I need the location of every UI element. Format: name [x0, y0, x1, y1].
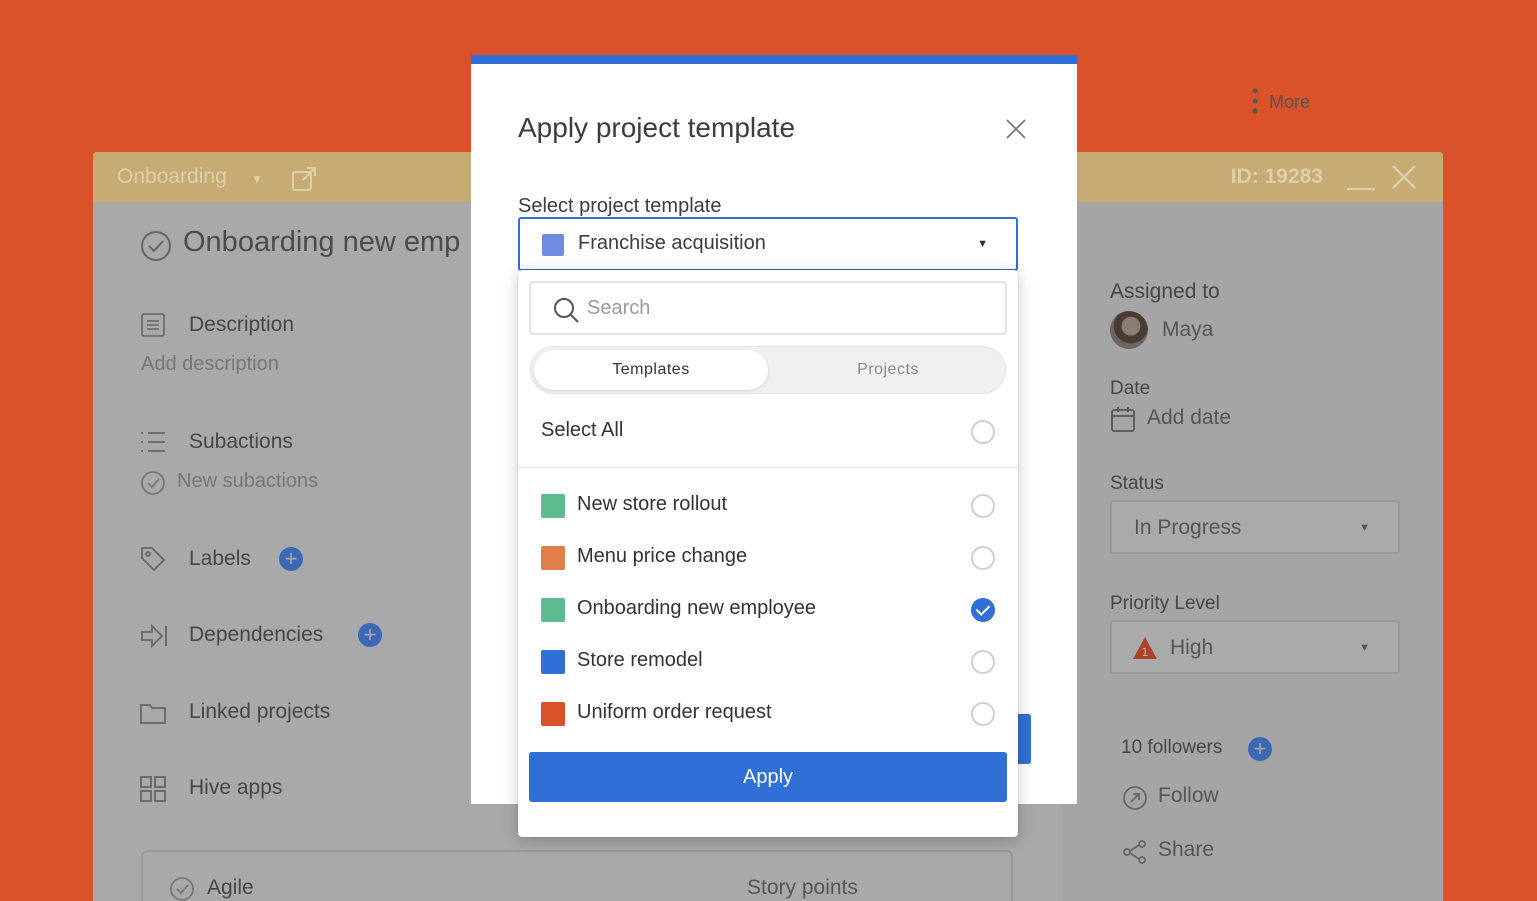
template-color-swatch	[541, 494, 565, 518]
priority-level-label: Priority Level	[1110, 593, 1220, 614]
new-subaction-input[interactable]: New subactions	[177, 470, 318, 493]
date-label: Date	[1110, 378, 1151, 399]
subactions-label: Subactions	[189, 430, 293, 453]
description-input[interactable]: Add description	[141, 353, 279, 376]
share-icon[interactable]	[1122, 839, 1148, 870]
list-item[interactable]: Uniform order request	[518, 688, 1018, 740]
add-label-button[interactable]: +	[279, 547, 303, 571]
status-label: Status	[1110, 473, 1164, 494]
story-points-label: Story points	[747, 876, 858, 899]
template-name: Store remodel	[577, 649, 703, 671]
check-circle-icon	[140, 470, 166, 501]
tag-icon	[140, 546, 166, 577]
search-input[interactable]	[587, 293, 987, 323]
project-name[interactable]: Onboarding	[117, 165, 227, 189]
tab-templates[interactable]: Templates	[534, 350, 768, 390]
template-radio[interactable]	[971, 546, 995, 570]
add-dependency-button[interactable]: +	[358, 623, 382, 647]
search-box	[529, 281, 1007, 335]
apps-grid-icon	[140, 776, 166, 807]
template-name: New store rollout	[577, 493, 728, 515]
template-select[interactable]: Franchise acquisition ▼	[518, 217, 1018, 271]
add-follower-button[interactable]: +	[1248, 737, 1272, 761]
avatar[interactable]	[1110, 311, 1148, 349]
caret-down-icon: ▼	[977, 238, 988, 250]
modal-title: Apply project template	[518, 112, 796, 143]
check-circle-icon	[169, 876, 195, 901]
list-item[interactable]: New store rollout	[518, 480, 1018, 532]
linked-projects-label[interactable]: Linked projects	[189, 700, 330, 724]
template-color-swatch	[541, 650, 565, 674]
agile-label: Agile	[207, 876, 254, 899]
list-item[interactable]: Store remodel	[518, 636, 1018, 688]
tab-projects[interactable]: Projects	[771, 350, 1005, 390]
template-radio[interactable]	[971, 702, 995, 726]
more-vertical-icon[interactable]	[1251, 88, 1259, 119]
dependency-arrow-icon	[140, 623, 168, 654]
caret-down-icon: ▼	[1359, 642, 1370, 654]
followers-count: 10 followers	[1121, 737, 1223, 758]
description-label: Description	[189, 313, 295, 336]
template-radio[interactable]	[971, 494, 995, 518]
template-color-swatch	[541, 546, 565, 570]
list-item[interactable]: Menu price change	[518, 532, 1018, 584]
calendar-icon[interactable]	[1111, 406, 1135, 437]
list-icon	[140, 430, 166, 459]
list-item[interactable]: Onboarding new employee	[518, 584, 1018, 636]
priority-value: High	[1170, 636, 1214, 659]
template-color-swatch	[542, 234, 564, 256]
follow-icon[interactable]	[1122, 785, 1148, 816]
task-id: ID: 19283	[1230, 165, 1323, 188]
close-icon[interactable]	[1005, 118, 1027, 145]
select-template-label: Select project template	[518, 195, 722, 217]
check-circle-icon[interactable]	[140, 230, 172, 267]
task-title[interactable]: Onboarding new emp	[183, 226, 460, 259]
minimize-icon[interactable]	[1347, 188, 1375, 190]
select-all-radio[interactable]	[971, 420, 995, 444]
template-type-toggle: Templates Projects	[530, 346, 1006, 394]
close-icon[interactable]	[1391, 164, 1417, 195]
assigned-to-label: Assigned to	[1110, 280, 1220, 303]
more-button[interactable]: More	[1269, 92, 1310, 113]
caret-down-icon: ▼	[1359, 522, 1370, 534]
folder-icon	[140, 702, 166, 729]
document-icon	[140, 312, 166, 343]
follow-button[interactable]: Follow	[1158, 784, 1219, 808]
divider	[518, 467, 1018, 468]
hive-apps-label[interactable]: Hive apps	[189, 776, 282, 800]
add-date-button[interactable]: Add date	[1147, 406, 1231, 430]
svg-text:1: 1	[1142, 646, 1149, 659]
app-frame: Onboarding ▼ ID: 19283 Onboarding new em…	[0, 0, 1537, 901]
open-external-icon[interactable]	[291, 166, 317, 197]
template-color-swatch	[541, 702, 565, 726]
apply-button[interactable]: Apply	[529, 752, 1007, 802]
template-radio[interactable]	[971, 650, 995, 674]
labels-label: Labels	[189, 547, 251, 570]
share-button[interactable]: Share	[1158, 838, 1214, 862]
template-dropdown: Templates Projects Select All New store …	[518, 270, 1018, 837]
template-name: Onboarding new employee	[577, 597, 817, 619]
template-radio[interactable]	[971, 598, 995, 622]
warning-triangle-icon: 1	[1132, 636, 1158, 665]
template-color-swatch	[541, 598, 565, 622]
select-all-label: Select All	[541, 419, 624, 441]
priority-select[interactable]: 1 High ▼	[1110, 620, 1400, 674]
dependencies-label: Dependencies	[189, 623, 324, 646]
search-icon	[553, 297, 579, 328]
selected-template: Franchise acquisition	[578, 232, 766, 254]
chevron-down-icon[interactable]: ▼	[251, 172, 263, 186]
status-value: In Progress	[1134, 516, 1242, 539]
assignee-name[interactable]: Maya	[1162, 318, 1213, 342]
template-name: Uniform order request	[577, 701, 772, 723]
status-select[interactable]: In Progress ▼	[1110, 500, 1400, 554]
agile-panel: Agile Story points	[141, 850, 1013, 901]
template-name: Menu price change	[577, 545, 748, 567]
